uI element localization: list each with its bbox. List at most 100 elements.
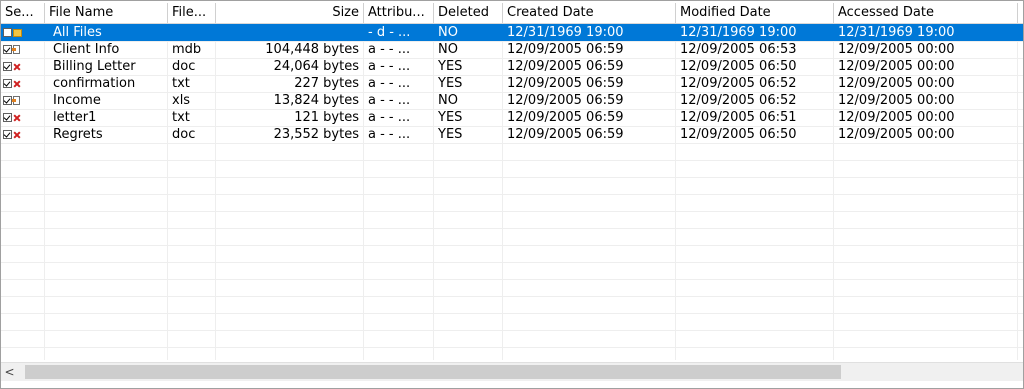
size-cell <box>216 24 364 41</box>
table-row[interactable]: All Files - d - ... NO 12/31/1969 19:00 12/3… <box>1 24 1023 41</box>
table-row[interactable]: Client Info mdb 104,448 bytes a - - ... NO 12… <box>1 41 1023 58</box>
scroll-left-arrow-icon[interactable]: < <box>1 363 18 381</box>
table-row[interactable]: Billing Letter doc 24,064 bytes a - - ... YE… <box>1 58 1023 75</box>
file-list-view: Se... File Name File... Size Attribu... Delet… <box>0 0 1024 389</box>
column-deleted-header[interactable]: Deleted <box>434 3 503 23</box>
row-checkbox[interactable] <box>3 45 12 54</box>
attributes-cell: a - - ... <box>364 58 434 75</box>
attributes-cell: a - - ... <box>364 126 434 143</box>
table-row[interactable]: Income xls 13,824 bytes a - - ... NO 12/09/20… <box>1 92 1023 109</box>
row-gridline <box>1 330 1023 331</box>
file-type-cell: doc <box>168 58 216 75</box>
deleted-cell: YES <box>434 126 503 143</box>
file-name-cell: Client Info <box>45 41 168 58</box>
file-table-body: All Files - d - ... NO 12/31/1969 19:00 12/3… <box>1 24 1023 143</box>
select-cell[interactable] <box>1 41 45 58</box>
deleted-cell: NO <box>434 92 503 109</box>
row-checkbox[interactable] <box>3 79 12 88</box>
file-type-cell: doc <box>168 126 216 143</box>
row-gridline <box>1 347 1023 348</box>
created-date-cell: 12/09/2005 06:59 <box>503 109 676 126</box>
created-date-cell: 12/31/1969 19:00 <box>503 24 676 41</box>
file-type-cell: txt <box>168 75 216 92</box>
row-checkbox[interactable] <box>3 28 12 37</box>
accessed-date-cell: 12/09/2005 00:00 <box>834 109 1018 126</box>
modified-date-cell: 12/31/1969 19:00 <box>676 24 834 41</box>
horizontal-scrollbar[interactable]: < <box>1 362 1023 381</box>
attributes-cell: - d - ... <box>364 24 434 41</box>
row-gridline <box>1 194 1023 195</box>
row-gridline <box>1 143 1023 144</box>
row-checkbox[interactable] <box>3 113 12 122</box>
select-cell[interactable] <box>1 24 45 41</box>
row-checkbox[interactable] <box>3 96 12 105</box>
select-cell[interactable] <box>1 75 45 92</box>
accessed-date-cell: 12/09/2005 00:00 <box>834 126 1018 143</box>
bottom-border <box>1 381 1023 388</box>
created-date-cell: 12/09/2005 06:59 <box>503 92 676 109</box>
column-accessed-date-header[interactable]: Accessed Date <box>834 3 1018 23</box>
scrollbar-thumb[interactable] <box>25 365 841 379</box>
modified-date-cell: 12/09/2005 06:52 <box>676 92 834 109</box>
size-cell: 121 bytes <box>216 109 364 126</box>
select-cell[interactable] <box>1 58 45 75</box>
row-gridline <box>1 211 1023 212</box>
row-gridline <box>1 245 1023 246</box>
modified-date-cell: 12/09/2005 06:50 <box>676 58 834 75</box>
size-cell: 104,448 bytes <box>216 41 364 58</box>
deleted-file-icon <box>13 131 21 139</box>
select-cell[interactable] <box>1 126 45 143</box>
row-gridline <box>1 279 1023 280</box>
row-gridline <box>1 160 1023 161</box>
created-date-cell: 12/09/2005 06:59 <box>503 58 676 75</box>
column-file-name-header[interactable]: File Name <box>45 3 168 23</box>
modified-date-cell: 12/09/2005 06:52 <box>676 75 834 92</box>
column-select-header[interactable]: Se... <box>1 3 45 23</box>
table-row[interactable]: Regrets doc 23,552 bytes a - - ... YES 12/09/… <box>1 126 1023 143</box>
column-file-type-header[interactable]: File... <box>168 3 216 23</box>
table-row[interactable]: letter1 txt 121 bytes a - - ... YES 12/09/200… <box>1 109 1023 126</box>
row-gridline <box>1 262 1023 263</box>
attributes-cell: a - - ... <box>364 75 434 92</box>
created-date-cell: 12/09/2005 06:59 <box>503 126 676 143</box>
modified-date-cell: 12/09/2005 06:53 <box>676 41 834 58</box>
table-row[interactable]: confirmation txt 227 bytes a - - ... YES 12/0… <box>1 75 1023 92</box>
select-cell[interactable] <box>1 109 45 126</box>
attributes-cell: a - - ... <box>364 92 434 109</box>
deleted-cell: YES <box>434 58 503 75</box>
file-name-cell: confirmation <box>45 75 168 92</box>
folder-icon <box>13 29 22 37</box>
file-name-cell: Billing Letter <box>45 58 168 75</box>
column-created-date-header[interactable]: Created Date <box>503 3 676 23</box>
attributes-cell: a - - ... <box>364 41 434 58</box>
file-icon <box>12 96 20 105</box>
row-checkbox[interactable] <box>3 130 12 139</box>
row-gridline <box>1 296 1023 297</box>
size-cell: 13,824 bytes <box>216 92 364 109</box>
modified-date-cell: 12/09/2005 06:51 <box>676 109 834 126</box>
modified-date-cell: 12/09/2005 06:50 <box>676 126 834 143</box>
select-cell[interactable] <box>1 92 45 109</box>
created-date-cell: 12/09/2005 06:59 <box>503 75 676 92</box>
file-type-cell: mdb <box>168 41 216 58</box>
column-modified-date-header[interactable]: Modified Date <box>676 3 834 23</box>
created-date-cell: 12/09/2005 06:59 <box>503 41 676 58</box>
deleted-cell: YES <box>434 109 503 126</box>
column-attributes-header[interactable]: Attribu... <box>364 3 434 23</box>
row-gridline <box>1 177 1023 178</box>
accessed-date-cell: 12/09/2005 00:00 <box>834 58 1018 75</box>
accessed-date-cell: 12/09/2005 00:00 <box>834 92 1018 109</box>
row-gridline <box>1 228 1023 229</box>
file-name-cell: Income <box>45 92 168 109</box>
deleted-cell: NO <box>434 24 503 41</box>
file-type-cell: xls <box>168 92 216 109</box>
file-name-cell: All Files <box>45 24 168 41</box>
deleted-file-icon <box>13 114 21 122</box>
column-header-row: Se... File Name File... Size Attribu... Delet… <box>1 3 1023 24</box>
column-size-header[interactable]: Size <box>216 3 364 23</box>
file-icon <box>12 45 20 54</box>
deleted-cell: YES <box>434 75 503 92</box>
deleted-file-icon <box>13 80 21 88</box>
row-checkbox[interactable] <box>3 62 12 71</box>
file-type-cell: txt <box>168 109 216 126</box>
